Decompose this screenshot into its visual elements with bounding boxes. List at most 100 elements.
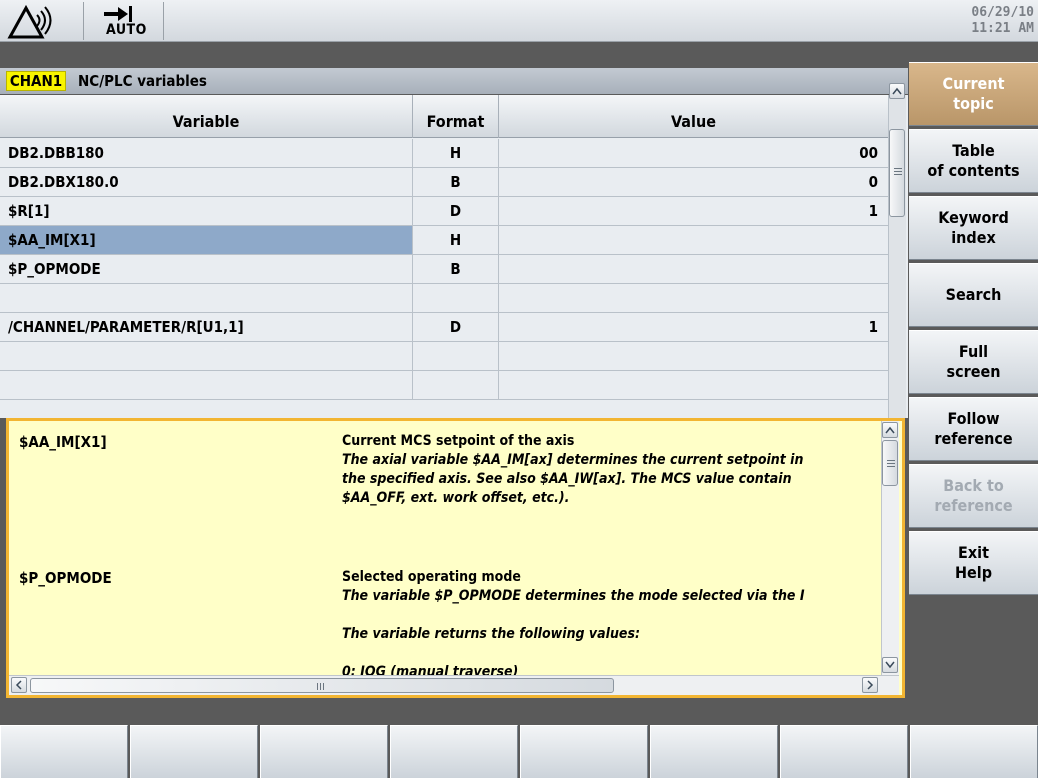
horizontal-softkey-bar bbox=[0, 725, 1038, 778]
softkey-label: screen bbox=[946, 362, 1001, 381]
help-desc-line: The variable returns the following value… bbox=[342, 626, 641, 642]
variable-cell[interactable]: /CHANNEL/PARAMETER/R[U1,1] bbox=[0, 313, 413, 341]
softkey-full-screen[interactable]: Full screen bbox=[909, 330, 1038, 394]
softkey-label: Full bbox=[958, 342, 989, 361]
bottom-softkey-2[interactable] bbox=[130, 725, 258, 778]
chevron-up-icon bbox=[885, 426, 895, 434]
format-cell[interactable]: H bbox=[413, 226, 499, 254]
value-cell[interactable]: 1 bbox=[499, 197, 888, 225]
variable-cell[interactable]: DB2.DBX180.0 bbox=[0, 168, 413, 196]
time-label: 11:21 AM bbox=[971, 21, 1034, 36]
help-vertical-scrollbar[interactable] bbox=[881, 421, 899, 675]
softkey-current-topic[interactable]: Current topic bbox=[909, 62, 1038, 126]
table-row[interactable]: $P_OPMODE B bbox=[0, 255, 888, 284]
value-cell[interactable] bbox=[499, 226, 888, 254]
format-cell[interactable] bbox=[413, 371, 499, 399]
variable-cell[interactable] bbox=[0, 371, 413, 399]
help-entry-title: Selected operating mode bbox=[342, 569, 521, 585]
value-cell[interactable] bbox=[499, 371, 888, 399]
mode-label: AUTO bbox=[106, 22, 147, 38]
table-row[interactable] bbox=[0, 284, 888, 313]
column-header-format[interactable]: Format bbox=[413, 95, 499, 138]
softkey-label: Follow bbox=[947, 409, 1000, 428]
table-row[interactable]: DB2.DBX180.0 B 0 bbox=[0, 168, 888, 197]
scroll-thumb[interactable] bbox=[889, 129, 905, 217]
softkey-keyword-index[interactable]: Keyword index bbox=[909, 196, 1038, 260]
help-desc-line bbox=[342, 606, 881, 625]
format-cell[interactable]: D bbox=[413, 313, 499, 341]
help-scroll-left-button[interactable] bbox=[11, 677, 27, 693]
help-scroll-up-button[interactable] bbox=[882, 422, 898, 438]
format-cell[interactable] bbox=[413, 284, 499, 312]
bottom-softkey-1[interactable] bbox=[0, 725, 128, 778]
table-row[interactable]: /CHANNEL/PARAMETER/R[U1,1] D 1 bbox=[0, 313, 888, 342]
variable-table: Variable Format Value DB2.DBB180 H 00 DB2.D… bbox=[0, 83, 908, 418]
softkey-label: topic bbox=[953, 94, 994, 113]
help-desc-line: The variable $P_OPMODE determines the mo… bbox=[342, 588, 805, 604]
help-hscroll-thumb[interactable] bbox=[30, 678, 614, 693]
alarm-signal-icon bbox=[7, 4, 52, 39]
format-cell[interactable]: B bbox=[413, 255, 499, 283]
table-row[interactable] bbox=[0, 342, 888, 371]
softkey-search[interactable]: Search bbox=[909, 263, 1038, 327]
table-vertical-scrollbar[interactable] bbox=[888, 83, 906, 418]
help-scroll-down-button[interactable] bbox=[882, 657, 898, 673]
alarm-indicator bbox=[4, 2, 84, 40]
bottom-softkey-5[interactable] bbox=[520, 725, 648, 778]
operating-mode-indicator: AUTO bbox=[92, 2, 164, 40]
softkey-label: Back to bbox=[943, 476, 1004, 495]
value-cell[interactable] bbox=[499, 284, 888, 312]
variable-cell[interactable]: $AA_IM[X1] bbox=[0, 226, 413, 254]
softkey-exit-help[interactable]: Exit Help bbox=[909, 531, 1038, 595]
format-cell[interactable]: H bbox=[413, 139, 499, 167]
column-header-value[interactable]: Value bbox=[499, 95, 888, 138]
chevron-right-icon bbox=[867, 680, 874, 690]
table-body: DB2.DBB180 H 00 DB2.DBX180.0 B 0 $R[1] D 1 $AA_IM… bbox=[0, 139, 888, 400]
softkey-label: of contents bbox=[927, 161, 1020, 180]
variable-cell[interactable]: $P_OPMODE bbox=[0, 255, 413, 283]
column-header-variable[interactable]: Variable bbox=[0, 95, 413, 138]
variable-cell[interactable] bbox=[0, 284, 413, 312]
chevron-left-icon bbox=[15, 680, 22, 690]
value-cell[interactable] bbox=[499, 342, 888, 370]
variable-cell[interactable]: $R[1] bbox=[0, 197, 413, 225]
mode-arrow-icon bbox=[104, 6, 132, 22]
softkey-table-of-contents[interactable]: Table of contents bbox=[909, 129, 1038, 193]
value-cell[interactable]: 1 bbox=[499, 313, 888, 341]
format-cell[interactable] bbox=[413, 342, 499, 370]
help-desc-line: 0: JOG (manual traverse) bbox=[342, 664, 519, 675]
value-cell[interactable]: 00 bbox=[499, 139, 888, 167]
channel-badge: CHAN1 bbox=[6, 71, 66, 91]
bottom-softkey-4[interactable] bbox=[390, 725, 518, 778]
format-cell[interactable]: B bbox=[413, 168, 499, 196]
table-row[interactable]: $R[1] D 1 bbox=[0, 197, 888, 226]
help-panel: $AA_IM[X1] Current MCS setpoint of the a… bbox=[6, 418, 905, 698]
help-desc-line bbox=[342, 644, 881, 663]
table-row[interactable] bbox=[0, 371, 888, 400]
help-scroll-thumb[interactable] bbox=[882, 440, 898, 486]
softkey-label: Exit bbox=[958, 543, 989, 562]
softkey-back-to-reference[interactable]: Back to reference bbox=[909, 464, 1038, 528]
softkey-label: reference bbox=[934, 429, 1013, 448]
help-scroll-right-button[interactable] bbox=[862, 677, 878, 693]
chevron-down-icon bbox=[885, 661, 895, 669]
table-row[interactable]: DB2.DBB180 H 00 bbox=[0, 139, 888, 168]
bottom-softkey-6[interactable] bbox=[650, 725, 778, 778]
help-entry-name: $P_OPMODE bbox=[19, 569, 112, 587]
value-cell[interactable]: 0 bbox=[499, 168, 888, 196]
format-cell[interactable]: D bbox=[413, 197, 499, 225]
page-title: NC/PLC variables bbox=[78, 72, 207, 90]
bottom-softkey-7[interactable] bbox=[780, 725, 908, 778]
softkey-follow-reference[interactable]: Follow reference bbox=[909, 397, 1038, 461]
help-horizontal-scrollbar[interactable] bbox=[9, 675, 899, 695]
help-desc-line: $AA_OFF, ext. work offset, etc.). bbox=[342, 490, 570, 506]
variable-cell[interactable] bbox=[0, 342, 413, 370]
variable-cell[interactable]: DB2.DBB180 bbox=[0, 139, 413, 167]
help-desc-line: The axial variable $AA_IM[ax] determines… bbox=[342, 452, 804, 468]
bottom-softkey-8[interactable] bbox=[910, 725, 1038, 778]
table-row[interactable]: $AA_IM[X1] H bbox=[0, 226, 888, 255]
softkey-label: index bbox=[951, 228, 996, 247]
bottom-softkey-3[interactable] bbox=[260, 725, 388, 778]
scroll-up-button[interactable] bbox=[889, 83, 905, 99]
value-cell[interactable] bbox=[499, 255, 888, 283]
